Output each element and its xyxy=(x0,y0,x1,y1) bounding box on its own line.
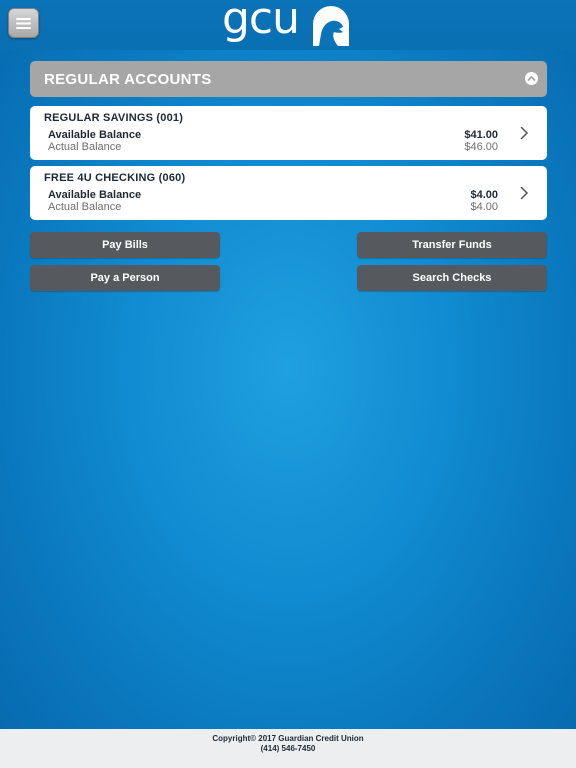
account-card-savings[interactable]: REGULAR SAVINGS (001) Available Balance … xyxy=(30,106,547,160)
account-card-checking[interactable]: FREE 4U CHECKING (060) Available Balance… xyxy=(30,166,547,220)
transfer-funds-button[interactable]: Transfer Funds xyxy=(357,232,547,258)
top-bar: gcu xyxy=(0,0,576,50)
pay-a-person-button[interactable]: Pay a Person xyxy=(30,265,220,291)
eagle-head-icon xyxy=(313,6,349,46)
chevron-right-icon xyxy=(520,186,529,200)
logo-text: gcu xyxy=(222,0,300,44)
account-name: REGULAR SAVINGS (001) xyxy=(44,112,184,124)
menu-button[interactable] xyxy=(8,8,39,38)
gcu-logo[interactable]: gcu xyxy=(222,0,354,49)
available-balance-value: $41.00 xyxy=(464,129,498,141)
chevron-right-icon xyxy=(520,126,529,140)
actual-balance-value: $46.00 xyxy=(464,141,498,153)
pay-bills-button[interactable]: Pay Bills xyxy=(30,232,220,258)
copyright-text: Copyright© 2017 Guardian Credit Union xyxy=(212,734,364,743)
available-balance-value: $4.00 xyxy=(470,189,498,201)
account-name: FREE 4U CHECKING (060) xyxy=(44,172,186,184)
available-balance-label: Available Balance xyxy=(48,129,142,141)
actual-balance-label: Actual Balance xyxy=(48,141,122,153)
hamburger-menu-icon xyxy=(16,17,31,29)
section-title: REGULAR ACCOUNTS xyxy=(44,71,212,88)
actual-balance-label: Actual Balance xyxy=(48,201,122,213)
chevron-up-circle-icon[interactable] xyxy=(525,72,538,85)
regular-accounts-header[interactable]: REGULAR ACCOUNTS xyxy=(30,61,547,97)
phone-number[interactable]: (414) 546-7450 xyxy=(0,744,576,754)
actual-balance-value: $4.00 xyxy=(470,201,498,213)
available-balance-label: Available Balance xyxy=(48,189,142,201)
search-checks-button[interactable]: Search Checks xyxy=(357,265,547,291)
footer: Copyright© 2017 Guardian Credit Union (4… xyxy=(0,729,576,768)
